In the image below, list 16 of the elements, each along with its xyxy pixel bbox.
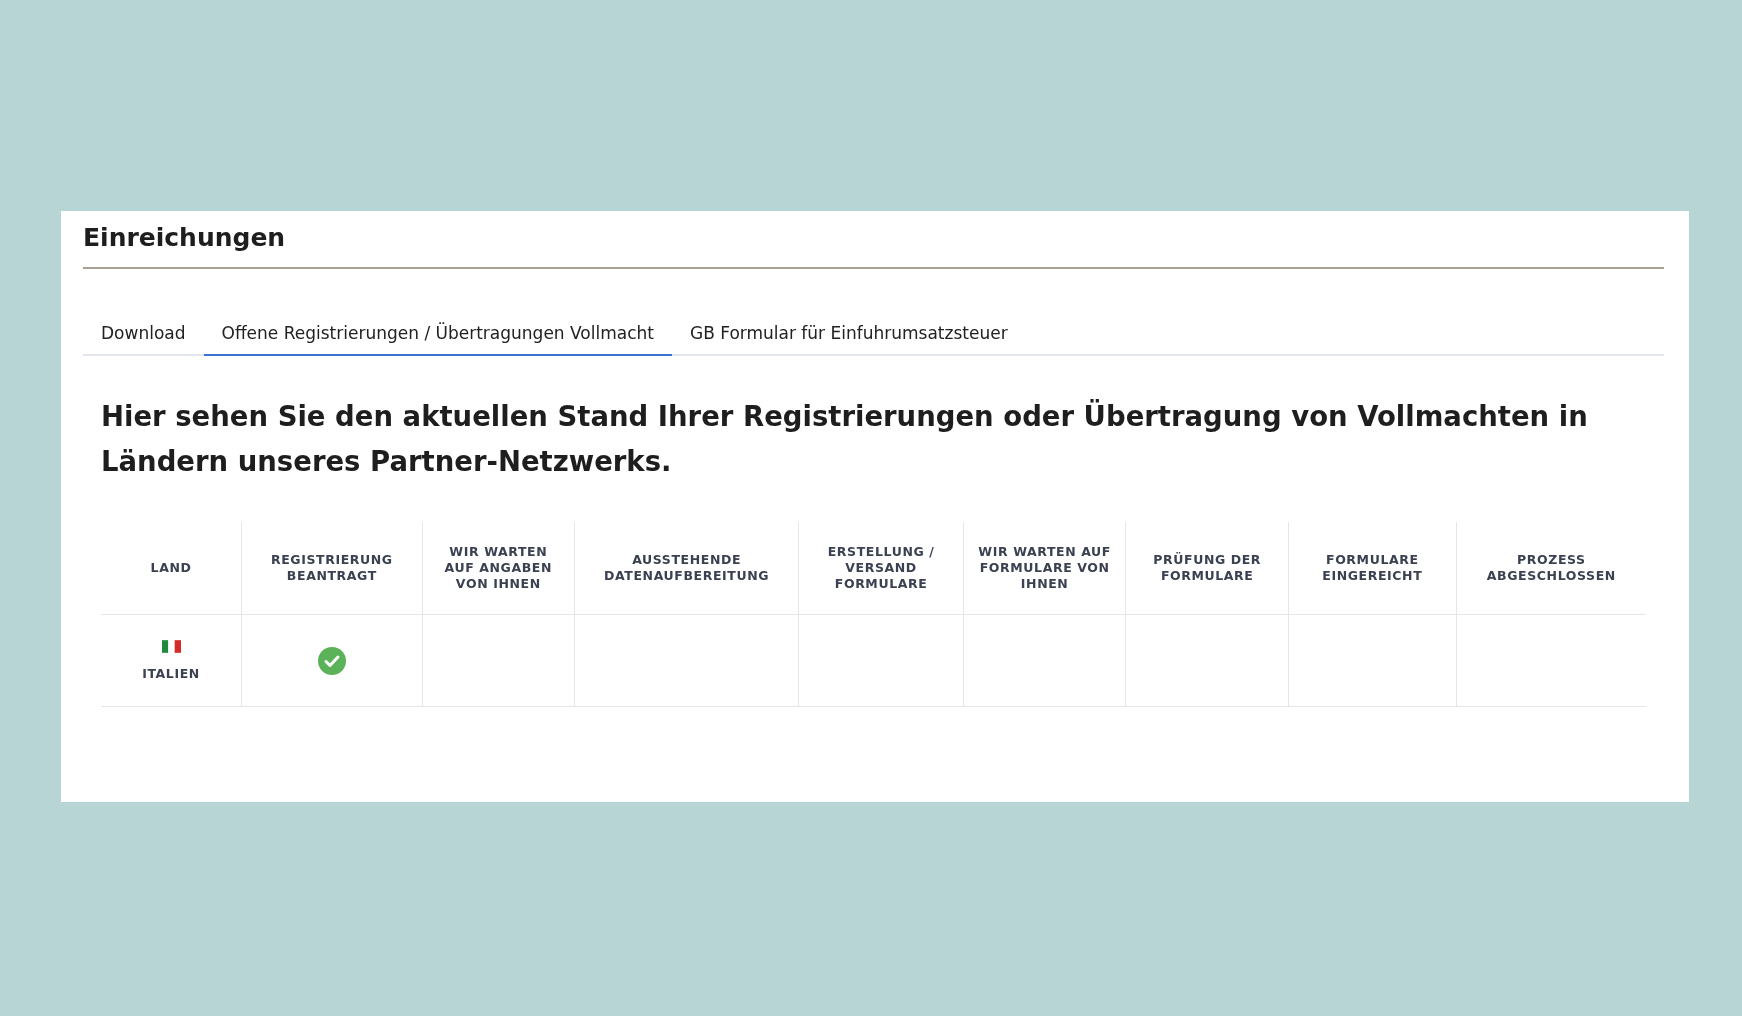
- column-header: REGISTRIERUNG BEANTRAGT: [241, 522, 423, 615]
- column-header: PRÜFUNG DER FORMULARE: [1125, 522, 1289, 615]
- column-header: AUSSTEHENDE DATENAUFBEREITUNG: [574, 522, 799, 615]
- column-header: WIR WARTEN AUF ANGABEN VON IHNEN: [422, 522, 575, 615]
- tab[interactable]: GB Formular für Einfuhrumsatzsteuer: [671, 315, 1026, 356]
- column-header: LAND: [101, 522, 242, 615]
- intro-heading: Hier sehen Sie den aktuellen Stand Ihrer Registrierungen oder Übertragung von Vollmachten in Ländern unseres Partner-Netzwerks.: [101, 398, 1589, 479]
- country-name: ITALIEN: [142, 665, 200, 681]
- column-header: PROZESS ABGESCHLOSSEN: [1456, 522, 1646, 615]
- column-header: FORMULARE EINGEREICHT: [1288, 522, 1457, 615]
- card-title: Einreichungen: [83, 211, 1664, 269]
- tab[interactable]: Offene Registrierungen / Übertragungen Vollmacht: [203, 315, 672, 356]
- flag-icon: [161, 639, 181, 653]
- column-header: WIR WARTEN AUF FORMULARE VON IHNEN: [963, 522, 1126, 615]
- column-header: ERSTELLUNG / VERSAND FORMULARE: [798, 522, 964, 615]
- tab[interactable]: Download: [83, 315, 204, 356]
